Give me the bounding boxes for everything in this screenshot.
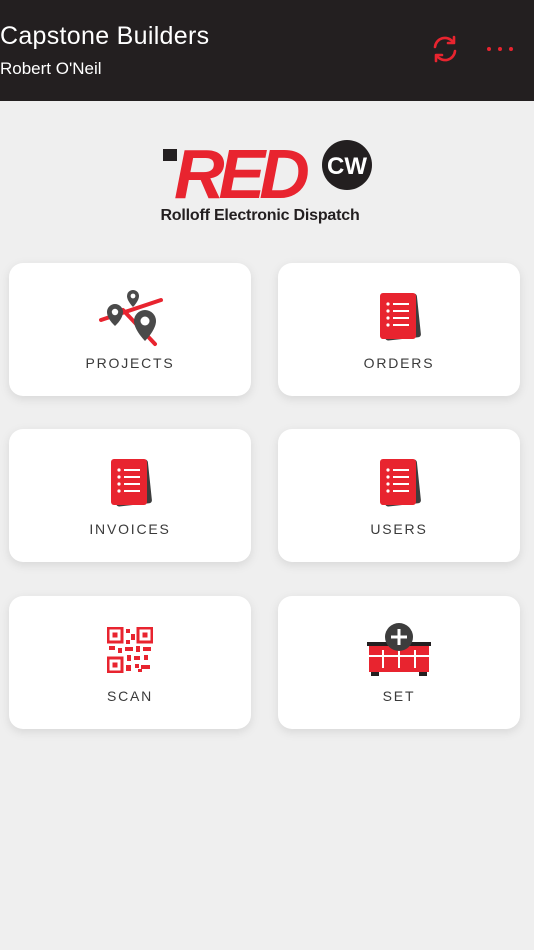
container-add-icon <box>278 620 520 680</box>
more-dots-icon <box>487 47 491 51</box>
sync-button[interactable] <box>428 32 462 66</box>
logo-subtitle: Rolloff Electronic Dispatch <box>160 207 360 224</box>
tile-scan[interactable]: SCAN <box>9 596 251 729</box>
more-options-button[interactable] <box>480 36 520 62</box>
tile-label: INVOICES <box>89 521 171 537</box>
document-list-icon <box>278 453 520 513</box>
tile-label: SCAN <box>106 688 154 704</box>
tile-set[interactable]: SET <box>278 596 520 729</box>
qr-code-icon <box>9 620 251 680</box>
map-pins-icon <box>9 287 251 347</box>
svg-text:RED: RED <box>174 135 308 213</box>
tile-invoices[interactable]: INVOICES <box>9 429 251 562</box>
tile-orders[interactable]: ORDERS <box>278 263 520 396</box>
app-header: Capstone Builders Robert O'Neil <box>0 0 534 101</box>
document-list-icon <box>9 453 251 513</box>
tile-projects[interactable]: PROJECTS <box>9 263 251 396</box>
svg-text:CW: CW <box>327 153 367 180</box>
tile-label: USERS <box>370 521 428 537</box>
tile-label: PROJECTS <box>85 355 175 371</box>
tile-label: SET <box>382 688 416 704</box>
tile-label: ORDERS <box>363 355 435 371</box>
document-list-icon <box>278 287 520 347</box>
tile-users[interactable]: USERS <box>278 429 520 562</box>
sync-icon <box>433 35 457 63</box>
